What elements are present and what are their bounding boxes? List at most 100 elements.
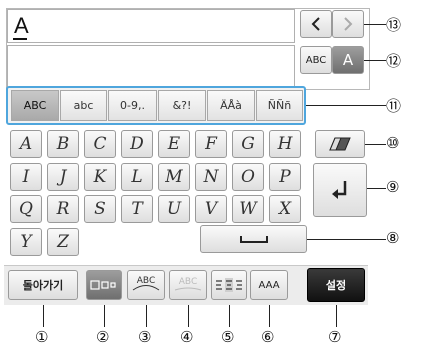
callout-line-6 [269, 305, 270, 327]
next-button[interactable] [332, 10, 364, 38]
space-button[interactable] [200, 225, 307, 253]
callout-line-5 [229, 305, 230, 327]
letter-key-label: P [279, 167, 291, 187]
letter-key[interactable]: H [269, 130, 301, 158]
align-icon [216, 278, 242, 292]
letter-key[interactable]: R [47, 195, 79, 223]
callout-12: ⑫ [386, 52, 402, 70]
letter-key-label: E [167, 134, 181, 154]
callout-line-10 [365, 144, 386, 145]
letter-key[interactable]: X [269, 195, 301, 223]
entered-text: A [14, 13, 29, 38]
size-button[interactable] [86, 270, 122, 300]
tab-numbers[interactable]: 0-9,. [108, 90, 157, 121]
callout-line-3 [146, 305, 147, 327]
text-line-1[interactable]: A [7, 9, 295, 43]
letter-key[interactable]: G [232, 130, 264, 158]
letter-key[interactable]: A [10, 130, 42, 158]
category-tabs: ABC abc 0-9,. &?! ÄÅà ÑÑñ [6, 86, 306, 125]
callout-line-11 [306, 105, 386, 106]
callout-13: ⑬ [386, 16, 402, 34]
tab-lower[interactable]: abc [60, 90, 107, 121]
letter-key[interactable]: S [84, 195, 116, 223]
tab-accents-1[interactable]: ÄÅà [207, 90, 255, 121]
letter-key-label: L [131, 167, 143, 187]
letter-key[interactable]: F [195, 130, 227, 158]
arc-button[interactable]: ABC [127, 270, 165, 300]
letter-key-label: C [93, 134, 107, 154]
letter-key[interactable]: Z [47, 228, 79, 256]
prev-button[interactable] [300, 10, 332, 38]
delete-button[interactable] [315, 130, 365, 158]
letter-key[interactable]: K [84, 163, 116, 191]
letter-key-label: R [56, 199, 70, 219]
letter-key-label: Y [20, 232, 32, 252]
enter-button[interactable] [313, 163, 367, 217]
letter-key[interactable]: L [121, 163, 153, 191]
letter-key-label: M [165, 167, 183, 187]
font-button[interactable]: AAA [250, 270, 288, 300]
letter-key[interactable]: E [158, 130, 190, 158]
letter-key[interactable]: D [121, 130, 153, 158]
letter-key[interactable]: V [195, 195, 227, 223]
letter-key[interactable]: J [47, 163, 79, 191]
arc2-label: ABC [178, 277, 198, 287]
letter-key[interactable]: N [195, 163, 227, 191]
callout-line-9 [367, 188, 386, 189]
callout-line-4 [188, 305, 189, 327]
letter-key-label: S [94, 199, 106, 219]
letter-key-label: U [166, 199, 182, 219]
letter-key[interactable]: B [47, 130, 79, 158]
callout-line-12 [364, 60, 386, 61]
tab-accents-2[interactable]: ÑÑñ [256, 90, 303, 121]
letter-key-label: N [203, 167, 219, 187]
callout-10: ⑩ [386, 134, 400, 152]
eraser-icon [329, 137, 351, 151]
callout-line-13 [364, 24, 386, 25]
letter-key[interactable]: O [232, 163, 264, 191]
letter-key-label: W [239, 199, 257, 219]
space-bar-icon [239, 236, 268, 243]
letter-key-label: Z [57, 232, 69, 252]
tab-symbols[interactable]: &?! [158, 90, 206, 121]
letter-key-label: A [19, 134, 33, 154]
tab-upper[interactable]: ABC [11, 90, 59, 121]
letter-key-label: T [131, 199, 143, 219]
back-button[interactable]: 돌아가기 [8, 270, 78, 300]
letter-key[interactable]: Y [10, 228, 42, 256]
callout-1: ① [35, 328, 49, 346]
callout-3: ③ [138, 328, 152, 346]
callout-line-7 [336, 305, 337, 327]
callout-9: ⑨ [386, 178, 400, 196]
case-a-button[interactable]: A [332, 46, 364, 74]
case-abc-button[interactable]: ABC [300, 46, 332, 74]
letter-key[interactable]: T [121, 195, 153, 223]
letter-key[interactable]: U [158, 195, 190, 223]
arc2-button[interactable]: ABC [169, 270, 207, 300]
letter-key-label: G [241, 134, 255, 154]
callout-5: ⑤ [221, 328, 235, 346]
letter-key-label: X [278, 199, 292, 219]
letter-key-label: F [205, 134, 217, 154]
letter-key[interactable]: I [10, 163, 42, 191]
letter-key[interactable]: C [84, 130, 116, 158]
set-button[interactable]: 설정 [307, 268, 365, 302]
callout-line-2 [104, 305, 105, 327]
text-line-2[interactable] [7, 45, 295, 89]
letter-key-label: D [130, 134, 144, 154]
callout-line-1 [43, 305, 44, 327]
letter-key[interactable]: W [232, 195, 264, 223]
enter-arrow-icon [332, 181, 347, 199]
letter-key-label: Q [19, 199, 33, 219]
align-button[interactable] [211, 270, 247, 300]
letter-key-label: I [22, 167, 30, 187]
callout-6: ⑥ [261, 328, 275, 346]
letter-key[interactable]: P [269, 163, 301, 191]
letter-key[interactable]: M [158, 163, 190, 191]
letter-key-label: O [241, 167, 255, 187]
letter-key-label: V [204, 199, 218, 219]
callout-4: ④ [180, 328, 194, 346]
letter-key-label: B [56, 134, 70, 154]
callout-2: ② [96, 328, 110, 346]
letter-key[interactable]: Q [10, 195, 42, 223]
